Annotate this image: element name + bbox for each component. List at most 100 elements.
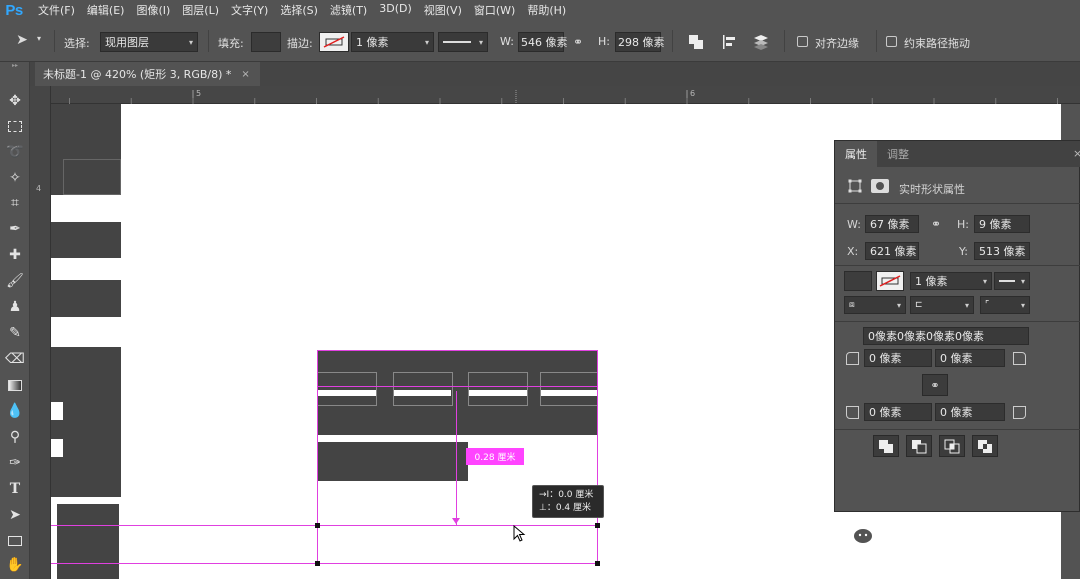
stroke-cap-dropdown[interactable]: ⊏ ▾ [910, 296, 974, 314]
subtract-shapes-button[interactable] [906, 435, 932, 457]
constrain-path-checkbox[interactable] [886, 36, 897, 47]
eraser-tool-icon[interactable]: ⌫ [3, 348, 27, 370]
y-field[interactable]: 513 像素 [974, 242, 1030, 260]
menu-item[interactable]: 文件(F) [32, 2, 81, 18]
path-line [317, 386, 598, 387]
select-dropdown[interactable]: 现用图层 ▾ [100, 32, 198, 52]
fill-swatch[interactable] [844, 271, 872, 291]
menu-items: 文件(F) 编辑(E) 图像(I) 图层(L) 文字(Y) 选择(S) 滤镜(T) 3D(D)… [32, 2, 572, 18]
measure-arrow-icon [452, 518, 460, 524]
anchor-handle[interactable] [315, 523, 320, 528]
fill-label: 填充: [218, 37, 244, 50]
stroke-type-dropdown[interactable]: ▾ [438, 32, 488, 52]
document-tab-bar: 未标题-1 @ 420% (矩形 3, RGB/8) * × [30, 62, 1080, 86]
document-tab[interactable]: 未标题-1 @ 420% (矩形 3, RGB/8) * × [35, 62, 260, 86]
menu-item[interactable]: 3D(D) [373, 2, 418, 18]
stroke-align-icon: ⧈ [849, 300, 855, 310]
stroke-swatch[interactable] [876, 271, 904, 291]
blur-tool-icon[interactable]: 💧 [3, 400, 27, 422]
menu-item[interactable]: 帮助(H) [521, 2, 572, 18]
history-brush-tool-icon[interactable]: ✎ [3, 322, 27, 344]
link-icon[interactable]: ⚭ [927, 215, 945, 233]
menu-item[interactable]: 选择(S) [274, 2, 324, 18]
menu-item[interactable]: 视图(V) [418, 2, 468, 18]
move-tool-icon[interactable]: ✥ [3, 90, 27, 112]
path-arrangement-icon[interactable] [750, 32, 772, 52]
fill-swatch[interactable] [251, 32, 281, 52]
stroke-join-dropdown[interactable]: ⌜ ▾ [980, 296, 1030, 314]
smart-guide [51, 563, 598, 564]
stroke-swatch-icon [879, 275, 901, 287]
menu-item[interactable]: 窗口(W) [468, 2, 521, 18]
stroke-type-dropdown[interactable]: ▾ [994, 272, 1030, 290]
width-field[interactable]: 546 像素 [518, 32, 568, 52]
marquee-tool-icon[interactable] [3, 115, 27, 137]
menu-item[interactable]: 编辑(E) [81, 2, 131, 18]
y-label: Y: [959, 245, 968, 258]
corner-br-field[interactable]: 0 像素 [935, 403, 1005, 421]
path-select-tool-icon[interactable]: ➤ [14, 31, 30, 49]
link-corners-icon[interactable]: ⚭ [922, 374, 948, 396]
inner-outline [540, 372, 598, 406]
hand-tool-icon[interactable]: ✋ [3, 554, 27, 576]
path-operations-icon[interactable] [686, 32, 706, 52]
brush-tool-icon[interactable]: 🖌 [3, 270, 27, 292]
stroke-swatch[interactable] [319, 32, 349, 52]
corner-tr-field[interactable]: 0 像素 [935, 349, 1005, 367]
magic-wand-tool-icon[interactable]: ✧ [3, 167, 27, 189]
stroke-align-dropdown[interactable]: ⧈ ▾ [844, 296, 906, 314]
gradient-tool-icon[interactable] [3, 374, 27, 396]
chevron-down-icon[interactable]: ▾ [34, 34, 44, 43]
healing-brush-tool-icon[interactable]: ✚ [3, 244, 27, 266]
pen-tool-icon[interactable]: ✑ [3, 452, 27, 474]
menu-item[interactable]: 图层(L) [176, 2, 225, 18]
corner-summary-field[interactable]: 0像素0像素0像素0像素 [863, 327, 1029, 345]
mask-icon[interactable] [870, 177, 890, 195]
vertical-ruler[interactable]: 4 [30, 86, 51, 579]
panel-grip[interactable]: ▸▸ [3, 63, 27, 69]
tab-properties[interactable]: 属性 [835, 141, 877, 167]
rectangle-tool-icon[interactable] [3, 530, 27, 552]
shape-properties-icon[interactable] [846, 177, 864, 195]
height-field[interactable]: 9 像素 [974, 215, 1030, 233]
stroke-width-field[interactable]: 1 像素 ▾ [351, 32, 434, 52]
stroke-label: 描边: [287, 37, 313, 50]
dodge-tool-icon[interactable]: ⚲ [3, 426, 27, 448]
align-edges-checkbox[interactable] [797, 36, 808, 47]
shape-bar [376, 390, 394, 396]
corner-tl-field[interactable]: 0 像素 [864, 349, 932, 367]
menu-item[interactable]: 图像(I) [130, 2, 176, 18]
panel-close-icon[interactable]: × [1073, 147, 1080, 160]
close-tab-icon[interactable]: × [241, 69, 249, 80]
corner-bl-field[interactable]: 0 像素 [864, 403, 932, 421]
shape-rect [57, 504, 119, 579]
stroke-width-field[interactable]: 1 像素 ▾ [910, 272, 992, 290]
anchor-handle[interactable] [595, 523, 600, 528]
eyedropper-tool-icon[interactable]: ✒ [3, 218, 27, 240]
anchor-handle[interactable] [315, 561, 320, 566]
menu-item[interactable]: 滤镜(T) [324, 2, 373, 18]
lasso-tool-icon[interactable]: ➰ [3, 141, 27, 163]
horizontal-ruler[interactable]: 5 6 [51, 86, 1080, 104]
shape-bar [527, 390, 541, 396]
anchor-handle[interactable] [595, 561, 600, 566]
link-icon[interactable]: ⚭ [570, 33, 586, 51]
combine-shapes-button[interactable] [873, 435, 899, 457]
x-field[interactable]: 621 像素 [865, 242, 919, 260]
tab-adjustments[interactable]: 调整 [877, 141, 919, 167]
crop-tool-icon[interactable]: ⌗ [3, 192, 27, 214]
exclude-shapes-button[interactable] [972, 435, 998, 457]
select-label: 选择: [64, 37, 90, 50]
clone-stamp-tool-icon[interactable]: ♟ [3, 296, 27, 318]
path-alignment-icon[interactable] [718, 32, 740, 52]
ruler-label-6: 6 [690, 89, 696, 98]
intersect-shapes-button[interactable] [939, 435, 965, 457]
width-field[interactable]: 67 像素 [865, 215, 919, 233]
shape-gap [51, 402, 63, 420]
type-tool-icon[interactable]: T [3, 478, 27, 500]
watermark-text: 创意视觉设计 [882, 520, 1026, 549]
height-field[interactable]: 298 像素 [615, 32, 665, 52]
corner-tl-icon [846, 352, 859, 365]
menu-item[interactable]: 文字(Y) [225, 2, 274, 18]
path-selection-tool-icon[interactable]: ➤ [3, 504, 27, 526]
